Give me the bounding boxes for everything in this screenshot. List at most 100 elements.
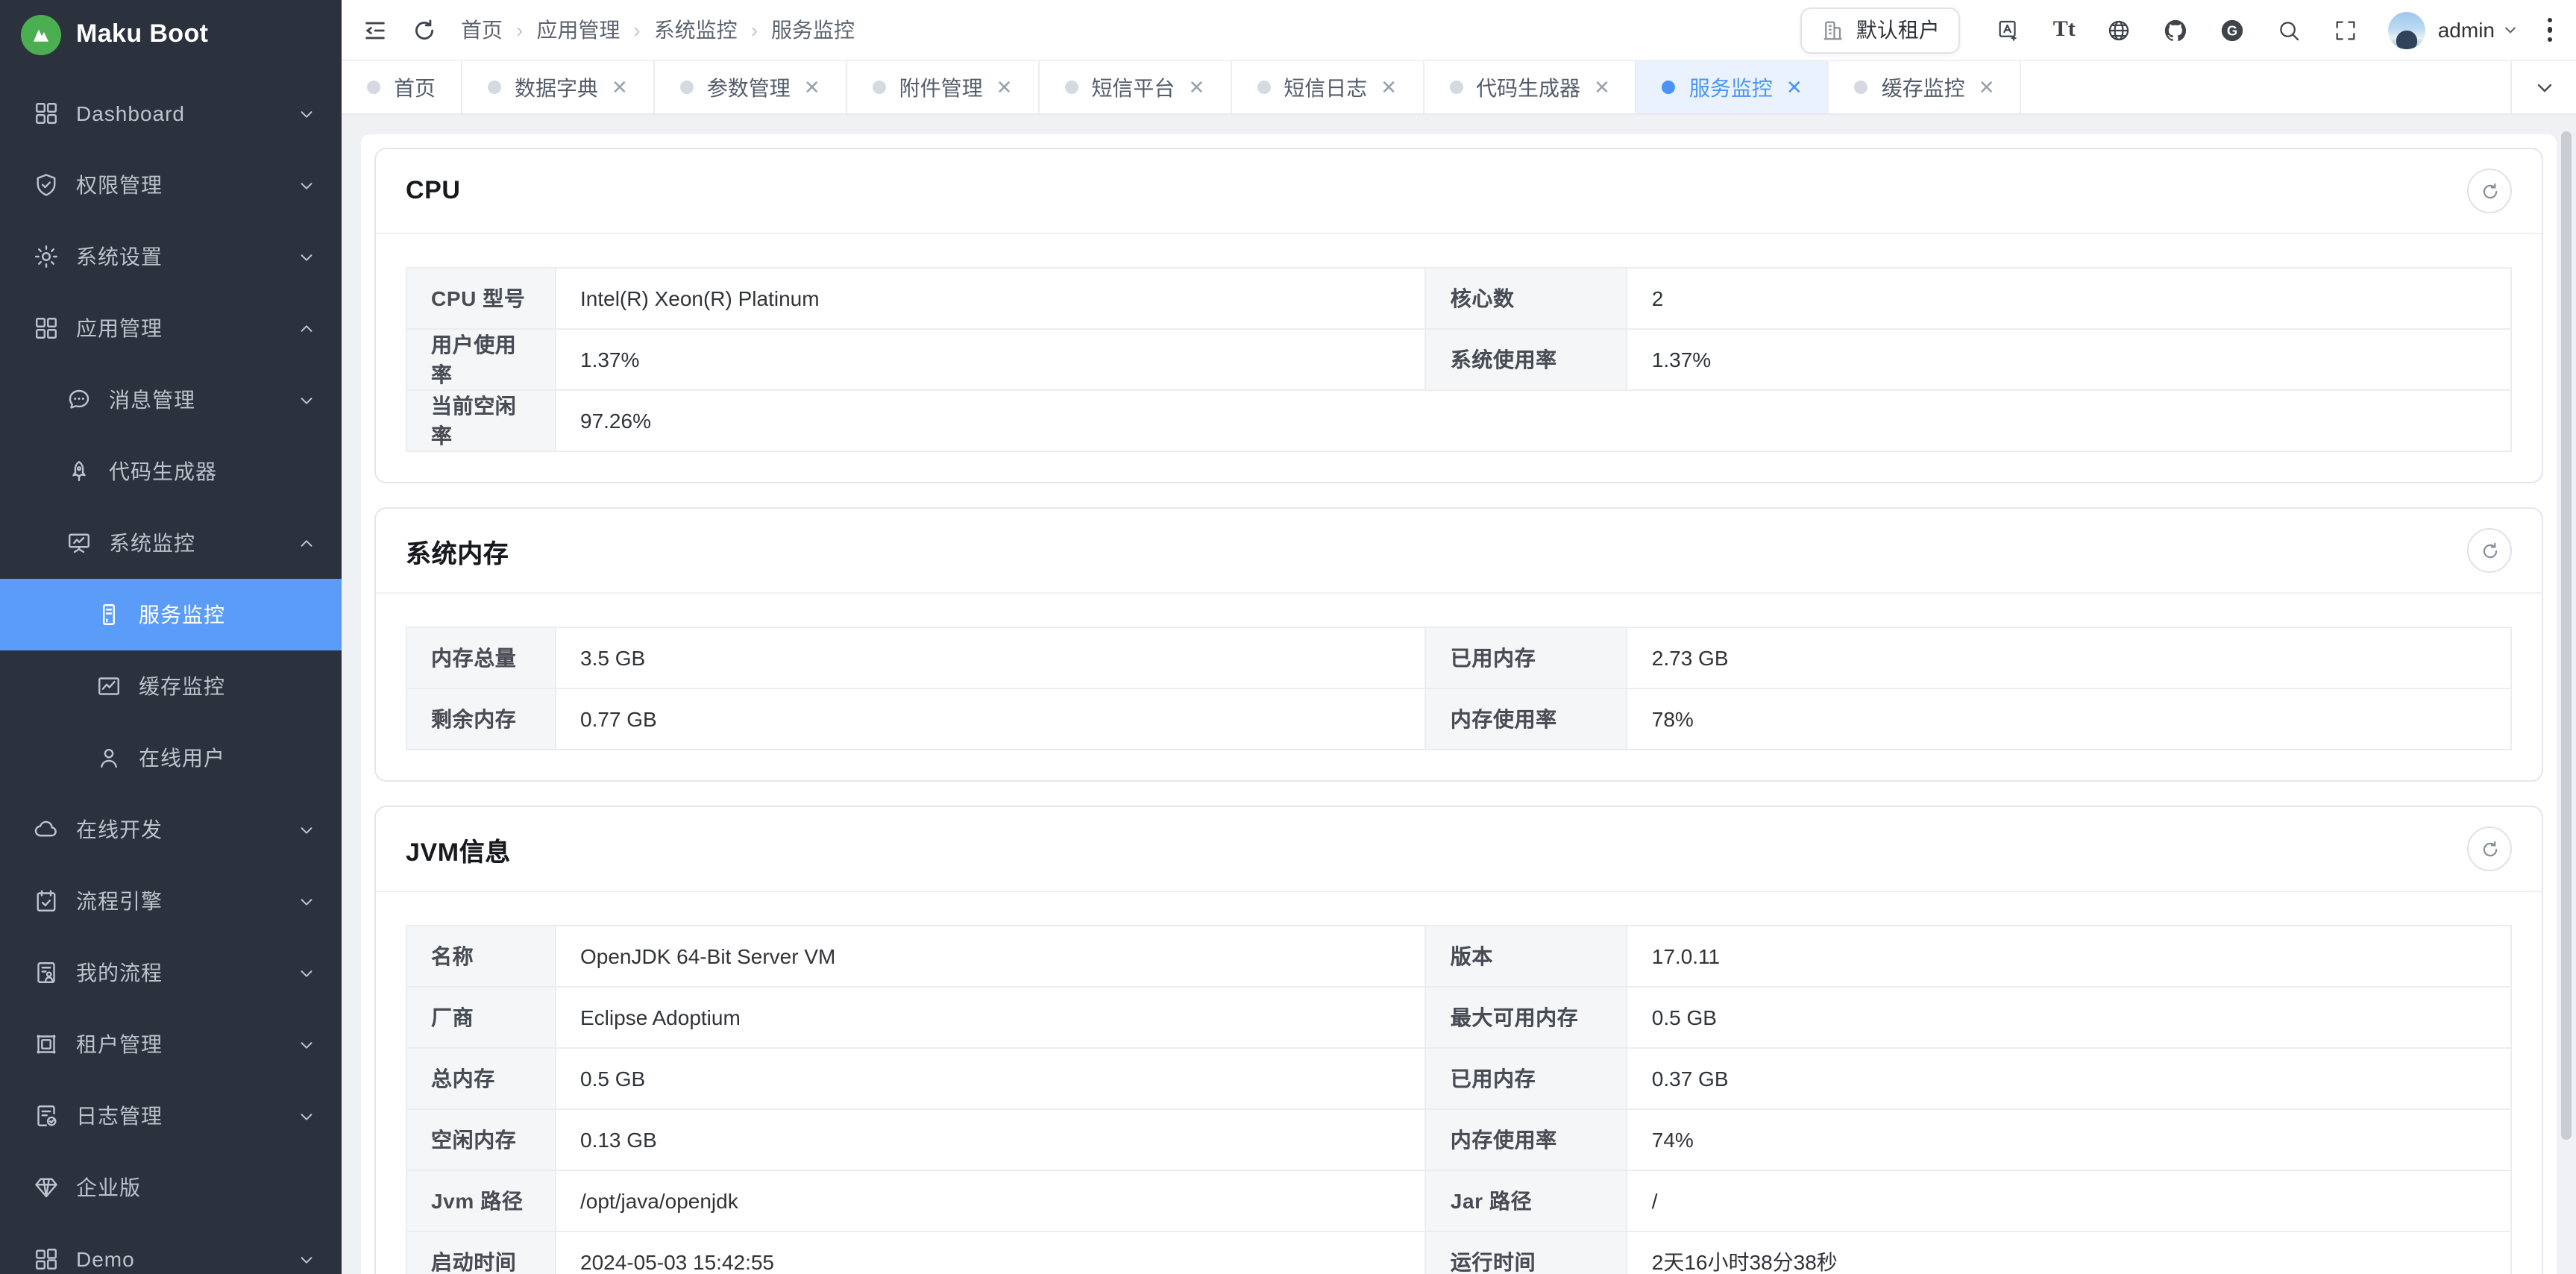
github-icon: [2164, 17, 2189, 43]
logo[interactable]: Maku Boot: [0, 0, 342, 69]
refresh-icon: [2480, 839, 2499, 859]
translate-icon[interactable]: [1997, 17, 2022, 43]
tab-list-dropdown-icon[interactable]: [2510, 61, 2576, 113]
tab-参数管理[interactable]: 参数管理 ✕: [655, 61, 847, 113]
sidebar-item-缓存监控[interactable]: 缓存监控: [0, 650, 342, 722]
close-icon[interactable]: ✕: [1979, 78, 1995, 97]
sidebar-item-我的流程[interactable]: 我的流程: [0, 937, 342, 1008]
close-icon[interactable]: ✕: [612, 78, 628, 97]
sidebar-item-在线开发[interactable]: 在线开发: [0, 794, 342, 865]
field-value: 1.37%: [556, 329, 1426, 390]
tab-代码生成器[interactable]: 代码生成器 ✕: [1424, 61, 1637, 113]
breadcrumb-item[interactable]: 应用管理: [536, 15, 620, 45]
sidebar-item-label: 权限管理: [76, 170, 163, 200]
tab-数据字典[interactable]: 数据字典 ✕: [462, 61, 655, 113]
sidebar-item-label: 我的流程: [76, 958, 163, 988]
tab-短信日志[interactable]: 短信日志 ✕: [1231, 61, 1424, 113]
field-value: 78%: [1627, 688, 2511, 750]
field-label: 剩余内存: [406, 688, 556, 750]
tab-缓存监控[interactable]: 缓存监控 ✕: [1829, 61, 2022, 113]
breadcrumb-item[interactable]: 服务监控: [771, 15, 855, 45]
sidebar-item-消息管理[interactable]: 消息管理: [0, 364, 342, 436]
close-icon[interactable]: ✕: [1786, 78, 1803, 97]
sidebar-item-系统监控[interactable]: 系统监控: [0, 507, 342, 579]
chart-icon: [95, 673, 122, 700]
tab-list: 首页 数据字典 ✕ 参数管理 ✕ 附件管理 ✕ 短信平台 ✕ 短信日志 ✕ 代码…: [342, 61, 2022, 113]
close-icon[interactable]: ✕: [996, 78, 1013, 97]
user-menu[interactable]: admin: [2389, 11, 2517, 48]
chevron-down-icon: [298, 964, 315, 981]
panel-title: 系统内存: [406, 532, 509, 569]
chevron-icon: [298, 1036, 315, 1052]
field-value: 0.5 GB: [556, 1048, 1426, 1109]
field-label: 运行时间: [1426, 1231, 1627, 1274]
fullscreen-icon[interactable]: [2334, 17, 2359, 43]
sidebar-item-租户管理[interactable]: 租户管理: [0, 1008, 342, 1080]
content-area[interactable]: CPU CPU 型号 Intel(R) Xeon(R) Platinum核心数 …: [342, 115, 2576, 1274]
sidebar-item-Demo[interactable]: Demo: [0, 1223, 342, 1274]
field-value: 17.0.11: [1627, 926, 2511, 987]
panel-refresh-button[interactable]: [2467, 528, 2512, 573]
field-label: 名称: [406, 926, 556, 987]
sidebar-item-Dashboard[interactable]: Dashboard: [0, 78, 342, 149]
table-row: Jvm 路径 /opt/java/openjdkJar 路径 /: [406, 1170, 2511, 1231]
field-value: 2.73 GB: [1627, 627, 2511, 688]
field-value: 2: [1627, 268, 2511, 329]
doc-check-icon: [33, 1102, 60, 1129]
sidebar-item-在线用户[interactable]: 在线用户: [0, 722, 342, 794]
github-icon[interactable]: [2164, 17, 2189, 43]
sidebar-item-系统设置[interactable]: 系统设置: [0, 221, 342, 292]
collapse-sidebar-icon[interactable]: [362, 17, 388, 43]
field-value: Eclipse Adoptium: [556, 987, 1426, 1048]
globe-icon[interactable]: [2107, 17, 2132, 43]
sidebar-item-企业版[interactable]: 企业版: [0, 1152, 342, 1223]
search-icon[interactable]: [2277, 17, 2302, 43]
breadcrumb-item[interactable]: 首页: [461, 15, 503, 45]
chevron-down-icon: [298, 105, 315, 122]
sidebar-item-label: 在线用户: [139, 743, 225, 773]
breadcrumb: 首页›应用管理›系统监控›服务监控: [461, 15, 855, 45]
tab-label: 短信平台: [1091, 72, 1175, 102]
cloud-icon: [33, 816, 60, 843]
tab-label: 附件管理: [899, 72, 983, 102]
close-icon[interactable]: ✕: [1594, 78, 1610, 97]
sidebar-item-流程引擎[interactable]: 流程引擎: [0, 865, 342, 937]
translate-icon: [1997, 17, 2022, 43]
demo-grid-icon: [33, 1246, 60, 1273]
tab-status-dot: [1662, 81, 1676, 94]
sidebar-item-权限管理[interactable]: 权限管理: [0, 149, 342, 221]
gitee-icon[interactable]: G: [2220, 17, 2246, 43]
field-label: 系统使用率: [1426, 329, 1627, 390]
panel-refresh-button[interactable]: [2467, 826, 2512, 871]
sidebar-item-服务监控[interactable]: 服务监控: [0, 579, 342, 650]
tab-短信平台[interactable]: 短信平台 ✕: [1039, 61, 1231, 113]
sidebar-item-代码生成器[interactable]: 代码生成器: [0, 436, 342, 507]
tab-label: 服务监控: [1689, 72, 1773, 102]
panel-refresh-button[interactable]: [2467, 169, 2512, 213]
chevron-icon: [298, 893, 315, 909]
clipboard-check-icon: [33, 888, 60, 914]
font-size-icon[interactable]: Tt: [2053, 17, 2076, 43]
refresh-page-icon[interactable]: [412, 17, 437, 43]
breadcrumb-item[interactable]: 系统监控: [654, 15, 738, 45]
close-icon[interactable]: ✕: [804, 78, 820, 97]
rocket-icon: [66, 458, 92, 485]
svg-text:G: G: [2228, 22, 2238, 38]
kebab-menu-icon[interactable]: [2544, 15, 2555, 46]
field-label: 最大可用内存: [1426, 987, 1627, 1048]
close-icon[interactable]: ✕: [1188, 78, 1204, 97]
table-row: 启动时间 2024-05-03 15:42:55运行时间 2天16小时38分38…: [406, 1231, 2511, 1274]
vertical-scrollbar[interactable]: [2561, 131, 2572, 1140]
sidebar-item-应用管理[interactable]: 应用管理: [0, 292, 342, 364]
tab-首页[interactable]: 首页: [342, 61, 462, 113]
tenant-select[interactable]: 默认租户: [1801, 7, 1961, 53]
tab-附件管理[interactable]: 附件管理 ✕: [847, 61, 1040, 113]
monitor-icon: [66, 530, 92, 556]
chat-icon: [66, 386, 92, 413]
panel-body: 内存总量 3.5 GB已用内存 2.73 GB剩余内存 0.77 GB内存使用率…: [376, 594, 2542, 780]
close-icon[interactable]: ✕: [1380, 78, 1397, 97]
sidebar-item-日志管理[interactable]: 日志管理: [0, 1080, 342, 1152]
tab-服务监控[interactable]: 服务监控 ✕: [1637, 61, 1829, 113]
panel-JVM信息: JVM信息 名称 OpenJDK 64-Bit Server VM版本 17.0…: [374, 806, 2543, 1274]
apps-icon: [33, 315, 60, 342]
